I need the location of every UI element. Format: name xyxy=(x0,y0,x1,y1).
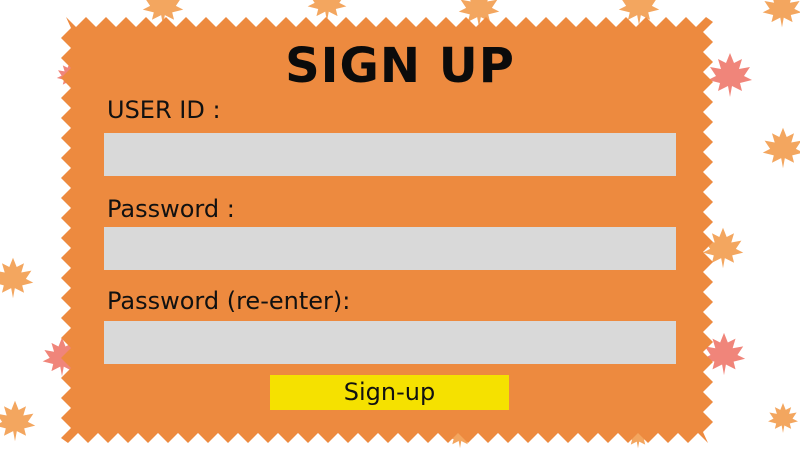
password-reenter-input[interactable] xyxy=(104,321,676,364)
signup-panel: SIGN UP USER ID : Password : Password (r… xyxy=(0,0,800,450)
user-id-label: USER ID : xyxy=(107,96,221,124)
password-reenter-label: Password (re-enter): xyxy=(107,287,351,315)
user-id-input[interactable] xyxy=(104,133,676,176)
password-label: Password : xyxy=(107,195,235,223)
sign-up-button[interactable]: Sign-up xyxy=(270,375,509,410)
page-title: SIGN UP xyxy=(285,38,515,94)
password-input[interactable] xyxy=(104,227,676,270)
